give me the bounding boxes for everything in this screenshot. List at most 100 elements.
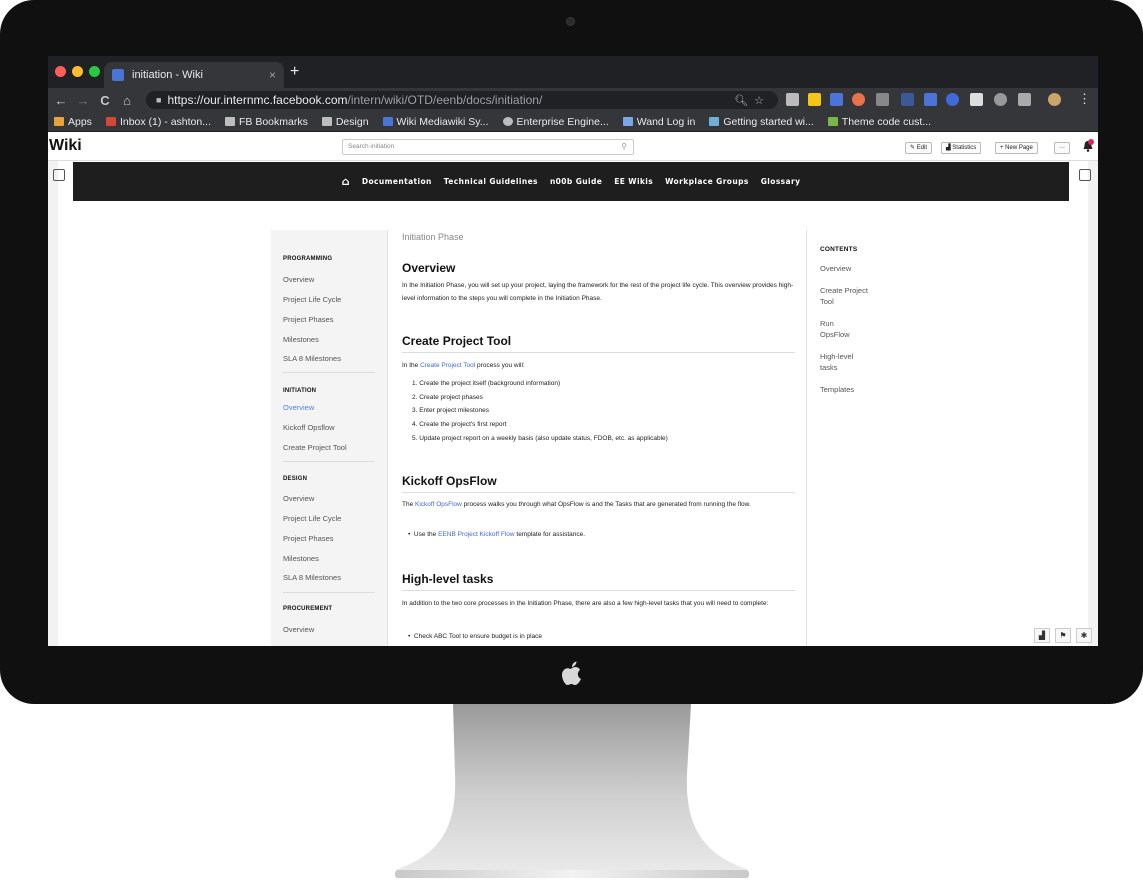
shopify-icon [827,117,838,126]
facebook-extension-icon[interactable] [901,93,914,106]
camera-icon [566,17,575,26]
minimize-window-button[interactable] [72,66,83,77]
apple-logo-icon [562,661,581,685]
bookmarks-bar: Apps Inbox (1) - ashton... FB Bookmarks … [48,112,1098,132]
gmail-icon [105,117,116,126]
sidebar-item[interactable]: SLA 8 Milestones [283,573,341,582]
browser-menu-icon[interactable]: ⋮ [1078,91,1091,107]
browser-tab[interactable]: initiation - Wiki × [104,62,284,88]
sidebar-item[interactable]: Milestones [283,335,319,344]
sidebar-item[interactable]: Kickoff Opsflow [283,423,335,432]
extension-icon[interactable] [970,93,983,106]
facebook-extension-icon[interactable] [924,93,937,106]
breadcrumb[interactable]: Initiation Phase [402,232,464,242]
sidebar-section-title: DESIGN [283,476,308,482]
toc-item[interactable]: Overview [820,263,900,275]
extension-icon[interactable] [876,93,889,106]
sidebar-item[interactable]: Milestones [283,554,319,563]
more-button[interactable]: ··· [1054,142,1070,154]
toc-item[interactable]: Run OpsFlow [820,318,856,341]
search-placeholder: Search initiation [348,143,395,150]
zoom-and-bookmark-star-icon[interactable]: 🔍︎☆ [734,94,778,107]
settings-gear-button-icon[interactable]: ✱ [1076,628,1092,643]
browser-tab-bar: initiation - Wiki × + [48,56,1098,88]
monitor-bezel: initiation - Wiki × + ← → C ⌂ ■ https://… [0,0,1143,704]
monitor-stand [395,704,749,878]
tab-title: initiation - Wiki [132,69,203,81]
extension-icon[interactable] [1018,93,1031,106]
bug-report-button-icon[interactable]: ⚑ [1055,628,1071,643]
cpt-steps-list: 1. Create the project itself (background… [412,377,668,446]
bookmark-fb-bookmarks[interactable]: FB Bookmarks [224,116,308,128]
topnav-ee-wikis[interactable]: EE Wikis [614,177,653,186]
back-button[interactable]: ← [50,93,72,108]
edit-button[interactable]: ✎ Edit [905,142,933,154]
sidebar-item[interactable]: SLA 8 Milestones [283,354,341,363]
sidebar-item[interactable]: Create Project Tool [283,443,347,452]
chart-stats-button-icon[interactable]: ▟ [1034,628,1050,643]
wiki-top-nav: ⌂ Documentation Technical Guidelines n00… [73,162,1069,201]
home-icon[interactable]: ⌂ [342,175,350,188]
topnav-glossary[interactable]: Glossary [761,177,801,186]
profile-avatar-icon[interactable] [1048,93,1061,106]
left-sidebar: PROGRAMMING Overview Project Life Cycle … [271,230,387,646]
topnav-technical-guidelines[interactable]: Technical Guidelines [444,177,538,186]
calendar-extension-icon[interactable] [830,93,843,106]
eenb-kickoff-flow-link[interactable]: EENB Project Kickoff Flow [438,531,514,538]
extension-icon[interactable] [994,93,1007,106]
extension-icon[interactable] [808,93,821,106]
create-project-tool-link[interactable]: Create Project Tool [420,362,475,369]
bookmark-theme-code[interactable]: Theme code cust... [827,116,931,128]
topnav-n00b-guide[interactable]: n00b Guide [550,177,602,186]
toc-item[interactable]: Templates [820,384,900,396]
sidebar-item[interactable]: Overview [283,494,314,503]
new-tab-button[interactable]: + [290,64,299,80]
home-button[interactable]: ⌂ [116,93,138,108]
extension-icon[interactable] [852,93,865,106]
sidebar-item[interactable]: Overview [283,275,314,284]
address-bar[interactable]: ■ https://our.internmc.facebook.com/inte… [146,91,778,109]
sidebar-item[interactable]: Overview [283,625,314,634]
sidebar-item[interactable]: Project Life Cycle [283,514,341,523]
forward-button[interactable]: → [72,93,94,108]
overview-paragraph: In the Initiation Phase, you will set up… [402,282,794,302]
topnav-workplace-groups[interactable]: Workplace Groups [665,177,749,186]
bookmark-wiki-mediawiki[interactable]: Wiki Mediawiki Sy... [382,116,489,128]
extension-icon[interactable] [946,93,959,106]
bookmark-getting-started[interactable]: Getting started wi... [709,116,814,128]
maximize-window-button[interactable] [89,66,100,77]
sidebar-item[interactable]: Project Life Cycle [283,295,341,304]
bookmark-apps[interactable]: Apps [54,116,92,128]
list-item: 5. Update project report on a weekly bas… [412,434,668,442]
high-level-paragraph: In addition to the two core processes in… [402,600,769,607]
new-page-button[interactable]: + New Page [995,142,1038,154]
sidebar-item[interactable]: Project Phases [283,315,333,324]
sidebar-item[interactable]: Project Phases [283,534,333,543]
statistics-button[interactable]: ▟ Statistics [941,142,982,154]
reload-button[interactable]: C [94,93,116,108]
sidebar-item-active[interactable]: Overview [283,403,314,412]
bookmark-enterprise-engine[interactable]: Enterprise Engine... [502,116,609,128]
globe-icon [502,117,513,126]
wiki-logo[interactable]: Wiki [49,137,82,155]
close-window-button[interactable] [55,66,66,77]
topnav-documentation[interactable]: Documentation [362,177,432,186]
bookmark-design[interactable]: Design [321,116,369,128]
kickoff-paragraph: The Kickoff OpsFlow process walks you th… [402,501,751,508]
close-tab-icon[interactable]: × [269,68,276,82]
heading-kickoff-opsflow: Kickoff OpsFlow [402,474,497,488]
url-path: /intern/wiki/OTD/eenb/docs/initiation/ [347,93,543,107]
notifications-bell-icon[interactable] [1082,139,1094,153]
right-panel-toggle-icon[interactable] [1079,169,1091,181]
heading-divider [402,352,795,353]
search-icon[interactable]: ⚲ [621,140,627,154]
bookmark-wand-log-in[interactable]: Wand Log in [622,116,695,128]
left-panel-toggle-icon[interactable] [53,169,65,181]
extension-icon[interactable] [786,93,799,106]
page-content: PROGRAMMING Overview Project Life Cycle … [73,201,1069,646]
bookmark-inbox[interactable]: Inbox (1) - ashton... [105,116,211,128]
toc-item[interactable]: Create Project Tool [820,285,868,308]
kickoff-opsflow-link[interactable]: Kickoff OpsFlow [415,501,462,508]
wiki-search-input[interactable]: Search initiation ⚲ [342,139,634,155]
toc-item[interactable]: High-level tasks [820,351,868,374]
